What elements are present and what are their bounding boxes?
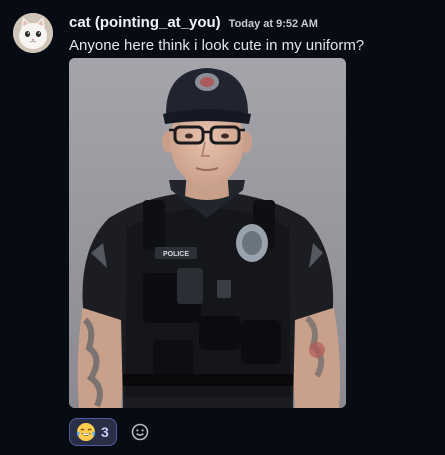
reaction-count: 3 bbox=[101, 424, 109, 440]
user-avatar[interactable] bbox=[13, 13, 53, 53]
message-content: Anyone here think i look cute in my unif… bbox=[69, 37, 365, 54]
joy-emoji-icon bbox=[76, 423, 96, 441]
message-header: cat (pointing_at_you) Today at 9:52 AM bbox=[69, 14, 318, 34]
message-timestamp[interactable]: Today at 9:52 AM bbox=[229, 18, 318, 30]
photo-of-police-officer-image: POLICE bbox=[69, 58, 346, 408]
cat-avatar-icon bbox=[13, 13, 53, 53]
reactions-bar: 3 bbox=[69, 418, 150, 446]
image-attachment[interactable]: POLICE bbox=[69, 58, 346, 408]
message-author[interactable]: cat (pointing_at_you) bbox=[69, 14, 221, 31]
police-tag-text: POLICE bbox=[163, 251, 189, 258]
add-reaction-smiley-icon bbox=[131, 423, 149, 441]
reaction-joy[interactable]: 3 bbox=[69, 418, 117, 446]
add-reaction-button[interactable] bbox=[130, 422, 150, 442]
